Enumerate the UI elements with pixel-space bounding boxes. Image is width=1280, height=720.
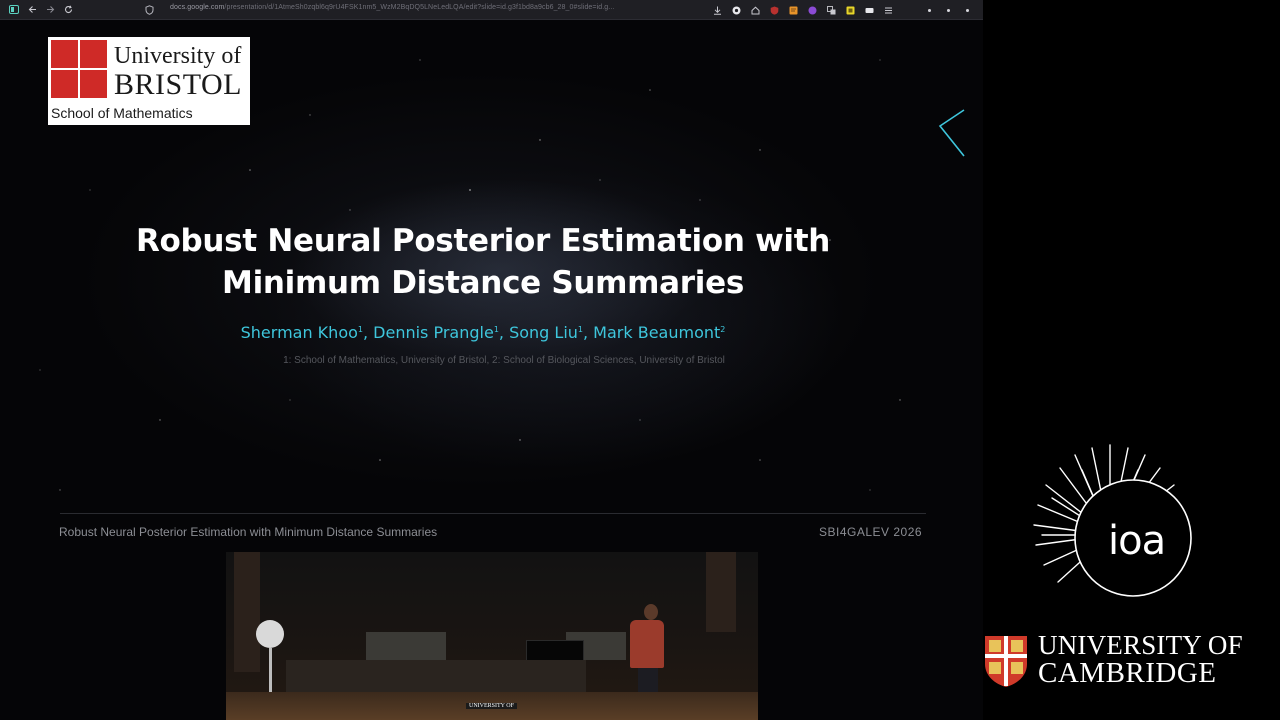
author-1-affil-mark: 1 [357, 325, 363, 334]
footer-divider [60, 513, 926, 514]
author-2-name: Dennis Prangle [373, 323, 494, 342]
purple-extension-icon[interactable] [803, 0, 822, 20]
window-gap [898, 0, 920, 20]
author-4: Mark Beaumont2 [593, 323, 725, 342]
webcam-fan [256, 620, 284, 648]
author-2-affil-mark: 1 [493, 325, 499, 334]
author-3-name: Song Liu [509, 323, 578, 342]
cambridge-shield-icon [985, 636, 1027, 687]
logo-line-1: University of [114, 43, 242, 69]
yellow-extension-icon[interactable] [841, 0, 860, 20]
back-arrow-icon[interactable] [23, 0, 41, 20]
footer-event: SBI4GALEV 2026 [819, 525, 923, 539]
browser-toolbar: docs.google.com/presentation/d/1AtmeSh0z… [0, 0, 983, 20]
url-host: docs.google.com [170, 4, 225, 11]
home-icon[interactable] [746, 0, 765, 20]
university-of-bristol-logo: University of BRISTOL School of Mathemat… [48, 37, 250, 125]
author-2: Dennis Prangle1 [373, 323, 499, 342]
privacy-badge-icon[interactable] [727, 0, 746, 20]
logo-line-3: School of Mathematics [51, 105, 193, 121]
sidebar-toggle-icon[interactable] [5, 0, 23, 20]
footer-title: Robust Neural Posterior Estimation with … [59, 525, 438, 539]
webcam-speaker-body [630, 620, 664, 668]
author-list: Sherman Khoo1, Dennis Prangle1, Song Liu… [240, 323, 726, 342]
author-4-affil-mark: 2 [720, 325, 726, 334]
translate-icon[interactable] [822, 0, 841, 20]
author-1: Sherman Khoo1 [241, 323, 363, 342]
site-shield-icon[interactable] [140, 0, 158, 20]
slide-title-line-2: Minimum Distance Summaries [222, 265, 744, 301]
webcam-speaker-head [644, 604, 658, 620]
slide-decor-chevron-icon [938, 109, 965, 157]
bristol-crest-icon [51, 40, 107, 98]
extensions-row [708, 0, 977, 20]
address-bar[interactable]: docs.google.com/presentation/d/1AtmeSh0z… [170, 4, 614, 11]
notes-extension-icon[interactable] [784, 0, 803, 20]
logo-line-2: BRISTOL [114, 68, 242, 101]
reload-icon[interactable] [59, 0, 77, 20]
forward-arrow-icon[interactable] [41, 0, 59, 20]
cambridge-wordmark-line-2: CAMBRIDGE [1038, 657, 1217, 689]
url-path: /presentation/d/1AtmeSh0zqbl6q9rU4FSK1nm… [224, 4, 615, 11]
speaker-webcam-feed: UNIVERSITY OF [226, 552, 758, 720]
download-icon[interactable] [708, 0, 727, 20]
webcam-curtain-left [234, 552, 260, 672]
minimize-dot-icon[interactable] [920, 0, 939, 20]
ioa-wordmark: ioa [1108, 518, 1166, 564]
author-1-name: Sherman Khoo [240, 323, 358, 342]
webcam-fan-stand [269, 648, 272, 698]
author-3: Song Liu1 [509, 323, 583, 342]
author-3-affil-mark: 1 [577, 325, 583, 334]
slide-title-line-1: Robust Neural Posterior Estimation with [135, 223, 831, 259]
webcam-radiator [366, 632, 446, 662]
menu-icon[interactable] [879, 0, 898, 20]
author-4-name: Mark Beaumont [593, 323, 721, 342]
affiliations: 1: School of Mathematics, University of … [283, 355, 725, 366]
ublock-icon[interactable] [765, 0, 784, 20]
webcam-curtain-right [706, 552, 736, 632]
card-extension-icon[interactable] [860, 0, 879, 20]
maximize-dot-icon[interactable] [939, 0, 958, 20]
close-dot-icon[interactable] [958, 0, 977, 20]
webcam-podium-sign: UNIVERSITY OF [466, 703, 517, 709]
slide-title: Robust Neural Posterior Estimation with … [0, 220, 966, 304]
